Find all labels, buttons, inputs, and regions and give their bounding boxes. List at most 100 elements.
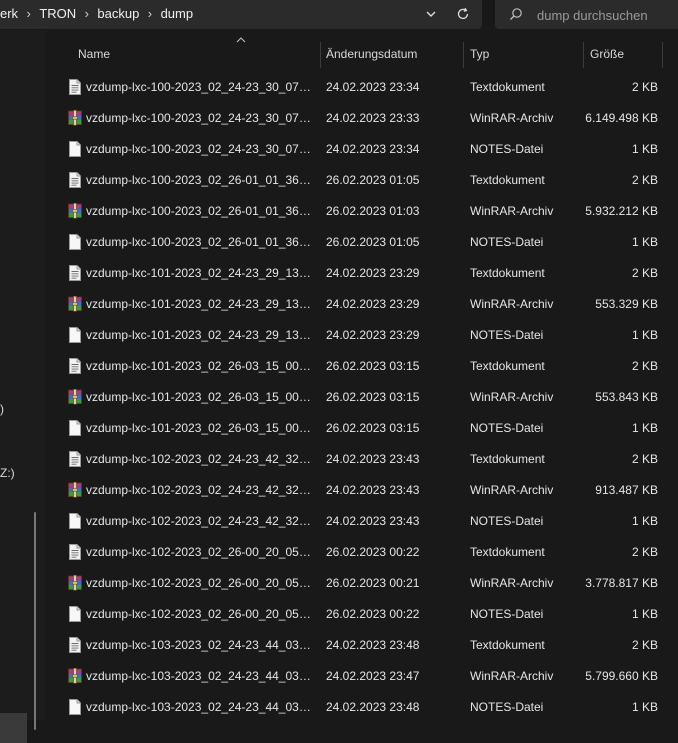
column-divider[interactable] <box>662 42 663 68</box>
file-date: 24.02.2023 23:43 <box>326 514 420 528</box>
file-date: 24.02.2023 23:29 <box>326 297 420 311</box>
breadcrumb: erk › TRON › backup › dump <box>0 6 193 21</box>
file-row[interactable]: vzdump-lxc-101-2023_02_26-03_15_00.tar.z… <box>60 381 675 412</box>
file-type: Textdokument <box>470 359 545 373</box>
file-row[interactable]: vzdump-lxc-103-2023_02_24-23_44_03.tar.z… <box>60 691 675 722</box>
address-history-button[interactable] <box>420 4 442 24</box>
file-name: vzdump-lxc-103-2023_02_24-23_44_03.tar.z… <box>86 669 314 683</box>
nav-selected-item[interactable] <box>0 713 27 743</box>
file-name: vzdump-lxc-103-2023_02_24-23_44_03.log <box>86 638 314 652</box>
file-name: vzdump-lxc-102-2023_02_26-00_20_05.tar.z… <box>86 607 314 621</box>
file-row[interactable]: vzdump-lxc-100-2023_02_24-23_30_07.tar.z… <box>60 133 675 164</box>
file-type: WinRAR-Archiv <box>470 111 554 125</box>
file-date: 26.02.2023 00:21 <box>326 576 420 590</box>
file-row[interactable]: vzdump-lxc-101-2023_02_24-23_29_13.log 24… <box>60 257 675 288</box>
file-row[interactable]: vzdump-lxc-101-2023_02_24-23_29_13.tar.z… <box>60 288 675 319</box>
chevron-right-icon[interactable]: › <box>22 6 36 21</box>
file-row[interactable]: vzdump-lxc-102-2023_02_24-23_42_32.tar.z… <box>60 474 675 505</box>
file-name: vzdump-lxc-102-2023_02_24-23_42_32.tar.z… <box>86 483 314 497</box>
file-row[interactable]: vzdump-lxc-102-2023_02_24-23_42_32.log 24… <box>60 443 675 474</box>
file-type: WinRAR-Archiv <box>470 390 554 404</box>
file-row[interactable]: vzdump-lxc-100-2023_02_26-01_01_36.log 26… <box>60 164 675 195</box>
refresh-button[interactable] <box>452 4 474 24</box>
file-type: NOTES-Datei <box>470 421 544 435</box>
file-name: vzdump-lxc-101-2023_02_24-23_29_13.tar.z… <box>86 297 314 311</box>
file-date: 24.02.2023 23:47 <box>326 669 420 683</box>
file-row[interactable]: vzdump-lxc-100-2023_02_26-01_01_36.tar.z… <box>60 195 675 226</box>
file-name: vzdump-lxc-101-2023_02_24-23_29_13.tar.z… <box>86 328 314 342</box>
winrar-archive-icon <box>68 389 82 405</box>
nav-item-fragment[interactable]: ) <box>0 402 4 416</box>
file-date: 26.02.2023 01:05 <box>326 173 420 187</box>
text-doc-icon <box>68 637 82 653</box>
file-name: vzdump-lxc-102-2023_02_24-23_42_32.tar.z… <box>86 514 314 528</box>
text-doc-icon <box>68 79 82 95</box>
column-header-type[interactable]: Typ <box>470 47 489 61</box>
breadcrumb-item-tron[interactable]: TRON <box>39 6 76 21</box>
file-size: 553.329 KB <box>595 297 658 311</box>
file-size: 553.843 KB <box>595 390 658 404</box>
file-type: WinRAR-Archiv <box>470 669 554 683</box>
file-row[interactable]: vzdump-lxc-101-2023_02_24-23_29_13.tar.z… <box>60 319 675 350</box>
search-box[interactable] <box>495 0 678 29</box>
file-row[interactable]: vzdump-lxc-101-2023_02_26-03_15_00.tar.z… <box>60 412 675 443</box>
file-type: NOTES-Datei <box>470 328 544 342</box>
nav-item-fragment[interactable]: Z:) <box>0 466 15 480</box>
navigation-pane: ) Z:) <box>0 30 46 743</box>
column-divider[interactable] <box>463 42 464 68</box>
file-row[interactable]: vzdump-lxc-102-2023_02_26-00_20_05.tar.z… <box>60 567 675 598</box>
file-type: Textdokument <box>470 545 545 559</box>
file-size: 5.799.660 KB <box>585 669 658 683</box>
file-type: Textdokument <box>470 638 545 652</box>
blank-file-icon <box>68 420 82 436</box>
file-row[interactable]: vzdump-lxc-101-2023_02_26-03_15_00.log 26… <box>60 350 675 381</box>
text-doc-icon <box>68 451 82 467</box>
breadcrumb-item-backup[interactable]: backup <box>97 6 139 21</box>
file-date: 24.02.2023 23:43 <box>326 452 420 466</box>
file-size: 1 KB <box>631 514 658 528</box>
file-row[interactable]: vzdump-lxc-102-2023_02_26-00_20_05.tar.z… <box>60 598 675 629</box>
file-row[interactable]: vzdump-lxc-103-2023_02_24-23_44_03.tar.z… <box>60 660 675 691</box>
file-name: vzdump-lxc-100-2023_02_24-23_30_07.tar.z… <box>86 142 314 156</box>
column-header-size[interactable]: Größe <box>590 47 624 61</box>
file-date: 24.02.2023 23:34 <box>326 142 420 156</box>
file-size: 2 KB <box>631 638 658 652</box>
file-type: Textdokument <box>470 452 545 466</box>
text-doc-icon <box>68 544 82 560</box>
blank-file-icon <box>68 327 82 343</box>
file-row[interactable]: vzdump-lxc-102-2023_02_26-00_20_05.log 26… <box>60 536 675 567</box>
file-size: 1 KB <box>631 142 658 156</box>
column-divider[interactable] <box>320 42 321 68</box>
file-size: 1 KB <box>631 607 658 621</box>
search-input[interactable] <box>535 4 677 26</box>
file-row[interactable]: vzdump-lxc-103-2023_02_24-23_44_03.log 24… <box>60 629 675 660</box>
address-bar[interactable]: erk › TRON › backup › dump <box>0 0 482 29</box>
sort-ascending-icon[interactable] <box>236 37 246 43</box>
file-type: NOTES-Datei <box>470 607 544 621</box>
blank-file-icon <box>68 699 82 715</box>
file-name: vzdump-lxc-102-2023_02_26-00_20_05.log <box>86 545 314 559</box>
top-bar: erk › TRON › backup › dump <box>0 0 678 30</box>
file-row[interactable]: vzdump-lxc-102-2023_02_24-23_42_32.tar.z… <box>60 505 675 536</box>
column-divider[interactable] <box>583 42 584 68</box>
file-date: 24.02.2023 23:43 <box>326 483 420 497</box>
file-size: 2 KB <box>631 359 658 373</box>
breadcrumb-item-network[interactable]: erk <box>0 6 18 21</box>
file-size: 913.487 KB <box>595 483 658 497</box>
breadcrumb-item-dump[interactable]: dump <box>161 6 194 21</box>
file-date: 24.02.2023 23:48 <box>326 638 420 652</box>
chevron-right-icon[interactable]: › <box>80 6 94 21</box>
file-size: 2 KB <box>631 452 658 466</box>
file-type: WinRAR-Archiv <box>470 576 554 590</box>
column-header-name[interactable]: Name <box>78 47 110 61</box>
file-name: vzdump-lxc-102-2023_02_26-00_20_05.tar.z… <box>86 576 314 590</box>
file-row[interactable]: vzdump-lxc-100-2023_02_24-23_30_07.log 24… <box>60 71 675 102</box>
chevron-right-icon[interactable]: › <box>143 6 157 21</box>
file-size: 1 KB <box>631 328 658 342</box>
nav-scrollbar[interactable] <box>34 512 36 730</box>
file-date: 26.02.2023 00:22 <box>326 545 420 559</box>
file-row[interactable]: vzdump-lxc-100-2023_02_26-01_01_36.tar.z… <box>60 226 675 257</box>
column-header-date[interactable]: Änderungsdatum <box>326 47 417 61</box>
file-row[interactable]: vzdump-lxc-100-2023_02_24-23_30_07.tar.z… <box>60 102 675 133</box>
file-size: 6.149.498 KB <box>585 111 658 125</box>
